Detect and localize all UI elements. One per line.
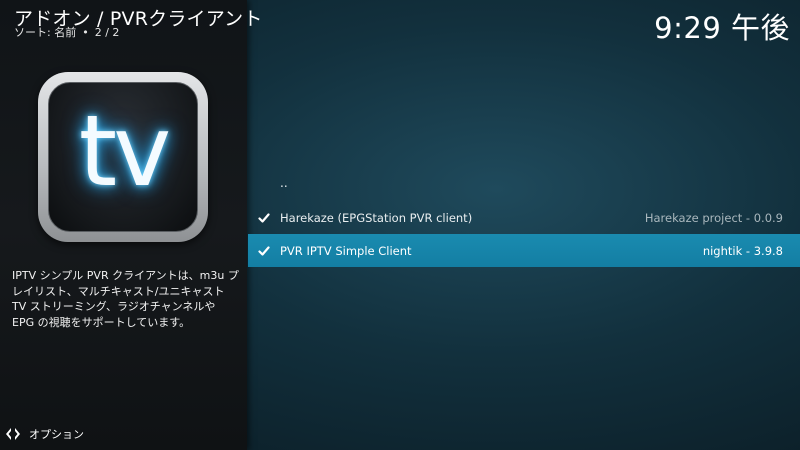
sort-label[interactable]: ソート: 名前 — [14, 26, 76, 39]
check-icon — [258, 246, 270, 256]
tv-logo-text: tv — [78, 95, 171, 209]
check-icon — [258, 213, 270, 223]
kodi-addon-browser: アドオン / PVRクライアント ソート: 名前 • 2 / 2 tv IPTV シ… — [0, 0, 800, 450]
separator-bullet: • — [82, 26, 89, 39]
parent-folder-item[interactable]: .. — [248, 168, 800, 201]
icon-screen: tv — [48, 82, 198, 232]
list-item-pvr-iptv-simple[interactable]: PVR IPTV Simple Client nightik - 3.9.8 — [248, 234, 800, 267]
addon-description: IPTV シンプル PVR クライアントは、m3u プレイリスト、マルチキャスト… — [12, 269, 239, 329]
list-item-version: Harekaze project - 0.0.9 — [644, 210, 783, 225]
options-label: オプション — [29, 428, 84, 441]
side-panel: アドオン / PVRクライアント ソート: 名前 • 2 / 2 tv IPTV シ… — [0, 0, 262, 450]
addon-list: .. Harekaze (EPGStation PVR client) Hare… — [248, 168, 800, 267]
tv-addon-icon: tv — [38, 72, 208, 242]
options-arrows-icon — [6, 428, 20, 440]
parent-folder-label: .. — [280, 176, 288, 190]
sort-info: ソート: 名前 • 2 / 2 — [14, 24, 119, 40]
clock: 9:29 午後 — [654, 11, 790, 45]
list-item-harekaze[interactable]: Harekaze (EPGStation PVR client) Harekaz… — [248, 201, 800, 234]
list-item-version: nightik - 3.9.8 — [702, 243, 783, 258]
options-button[interactable]: オプション — [5, 426, 84, 442]
page-counter: 2 / 2 — [94, 26, 120, 39]
list-item-name: PVR IPTV Simple Client — [280, 243, 412, 258]
list-item-name: Harekaze (EPGStation PVR client) — [280, 210, 473, 225]
